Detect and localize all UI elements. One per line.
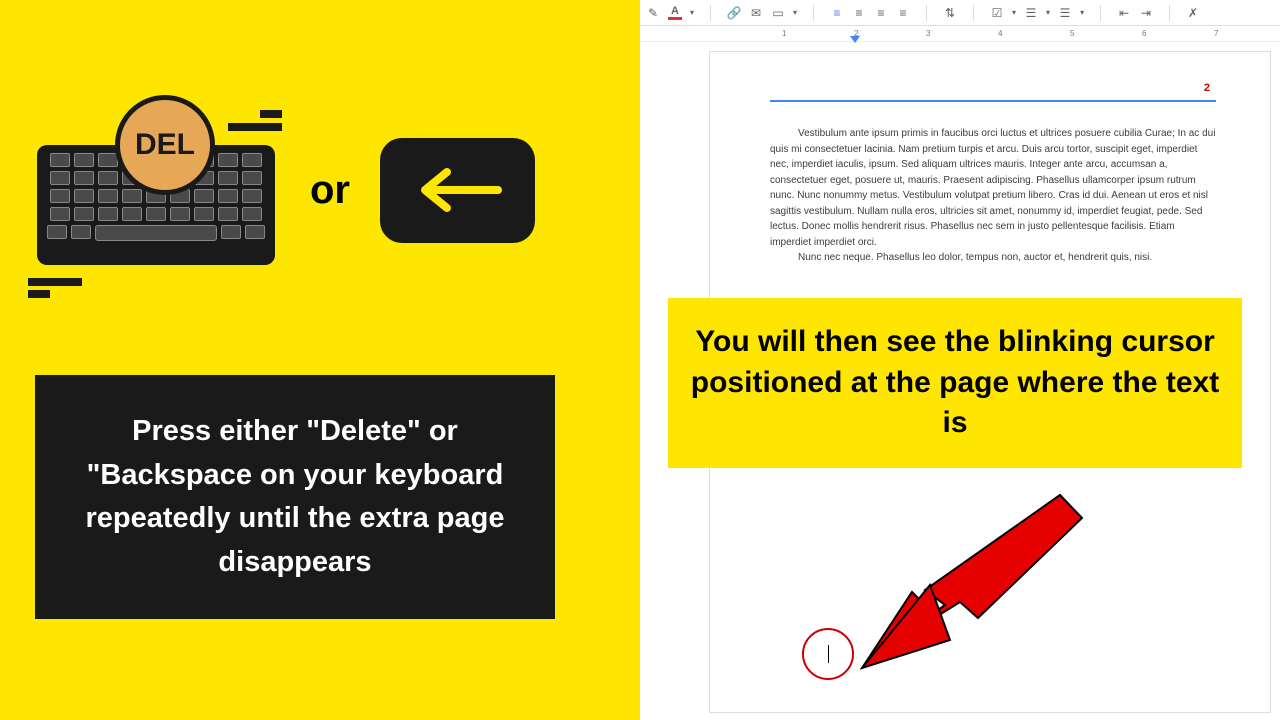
del-badge-icon: DEL bbox=[115, 95, 215, 195]
key-icons-row: DEL or bbox=[30, 100, 535, 280]
text-cursor-icon bbox=[828, 645, 829, 663]
instruction-text: Press either "Delete" or "Backspace on y… bbox=[35, 375, 555, 619]
clear-formatting-icon[interactable]: ✗ bbox=[1186, 6, 1200, 20]
text-color-icon[interactable]: A bbox=[668, 6, 682, 20]
comment-icon[interactable]: ✉ bbox=[749, 6, 763, 20]
left-panel: DEL or Press either "Delete" or "Backspa… bbox=[0, 0, 640, 720]
right-panel: ✎ A ▾ 🔗 ✉ ▭ ▾ ≡ ≡ ≡ ≡ ⇅ ☑ ▾ ☰ ▾ ☰ ▾ bbox=[640, 0, 1280, 720]
arrow-left-icon bbox=[413, 160, 503, 220]
image-icon[interactable]: ▭ bbox=[771, 6, 785, 20]
ruler: 1 2 3 4 5 6 7 bbox=[640, 26, 1280, 42]
link-icon[interactable]: 🔗 bbox=[727, 6, 741, 20]
header-rule bbox=[770, 100, 1216, 102]
red-arrow-icon bbox=[860, 490, 1090, 670]
document-body-text[interactable]: Vestibulum ante ipsum primis in faucibus… bbox=[770, 126, 1216, 266]
align-justify-icon[interactable]: ≡ bbox=[896, 6, 910, 20]
docs-toolbar: ✎ A ▾ 🔗 ✉ ▭ ▾ ≡ ≡ ≡ ≡ ⇅ ☑ ▾ ☰ ▾ ☰ ▾ bbox=[640, 0, 1280, 26]
cursor-highlight-circle bbox=[802, 628, 854, 680]
keyboard-icon: DEL bbox=[30, 100, 280, 280]
bullet-list-icon[interactable]: ☰ bbox=[1024, 6, 1038, 20]
or-label: or bbox=[310, 168, 350, 213]
callout-text: You will then see the blinking cursor po… bbox=[668, 298, 1242, 468]
indent-increase-icon[interactable]: ⇥ bbox=[1139, 6, 1153, 20]
align-center-icon[interactable]: ≡ bbox=[852, 6, 866, 20]
numbered-list-icon[interactable]: ☰ bbox=[1058, 6, 1072, 20]
align-left-icon[interactable]: ≡ bbox=[830, 6, 844, 20]
page-number: 2 bbox=[1204, 82, 1210, 94]
backspace-key-icon bbox=[380, 138, 535, 243]
checklist-icon[interactable]: ☑ bbox=[990, 6, 1004, 20]
highlight-icon[interactable]: ✎ bbox=[646, 6, 660, 20]
indent-decrease-icon[interactable]: ⇤ bbox=[1117, 6, 1131, 20]
align-right-icon[interactable]: ≡ bbox=[874, 6, 888, 20]
line-spacing-icon[interactable]: ⇅ bbox=[943, 6, 957, 20]
ruler-indent-indicator[interactable] bbox=[850, 36, 860, 43]
